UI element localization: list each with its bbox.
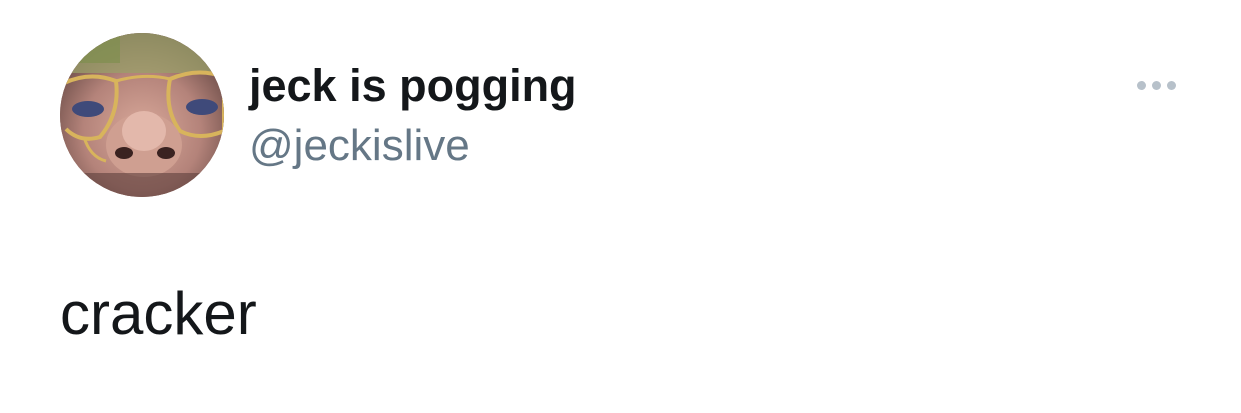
more-options-button[interactable] [1128, 68, 1184, 102]
more-horizontal-icon-dot [1151, 80, 1161, 90]
avatar-photo [60, 33, 224, 197]
tweet-text: cracker [60, 280, 257, 347]
author-display-name[interactable]: jeck is pogging [249, 60, 577, 112]
more-horizontal-icon-dot [1166, 80, 1176, 90]
more-horizontal-icon [1136, 80, 1146, 90]
author-handle[interactable]: @jeckislive [249, 120, 470, 172]
tweet-card: jeck is pogging @jeckislive cracker [0, 0, 1241, 413]
avatar[interactable] [60, 33, 224, 197]
